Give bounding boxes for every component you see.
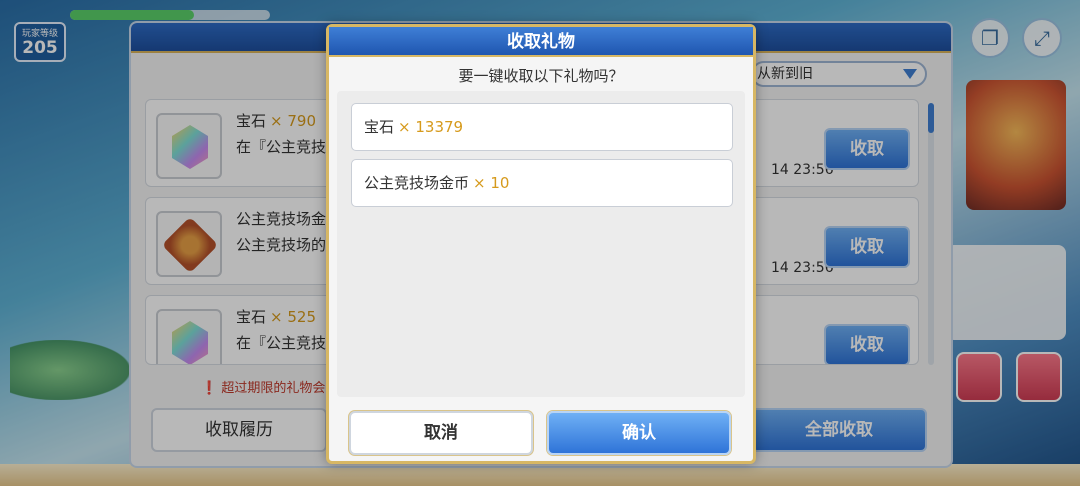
reward-qty: × 10 [473, 174, 510, 192]
cancel-button[interactable]: 取消 [349, 411, 533, 455]
claim-gifts-dialog: 收取礼物 要一键收取以下礼物吗？ 宝石 × 13379 公主竞技场金币 × 10 取… [326, 24, 756, 464]
reward-qty: × 13379 [398, 118, 464, 136]
reward-list: 宝石 × 13379 公主竞技场金币 × 10 [337, 91, 745, 397]
reward-item: 宝石 × 13379 [351, 103, 733, 151]
reward-name: 宝石 [364, 118, 395, 136]
confirm-button[interactable]: 确认 [547, 411, 731, 455]
dialog-title: 收取礼物 [329, 27, 753, 57]
reward-item: 公主竞技场金币 × 10 [351, 159, 733, 207]
dialog-question: 要一键收取以下礼物吗？ [458, 67, 624, 85]
reward-name: 公主竞技场金币 [364, 174, 470, 192]
